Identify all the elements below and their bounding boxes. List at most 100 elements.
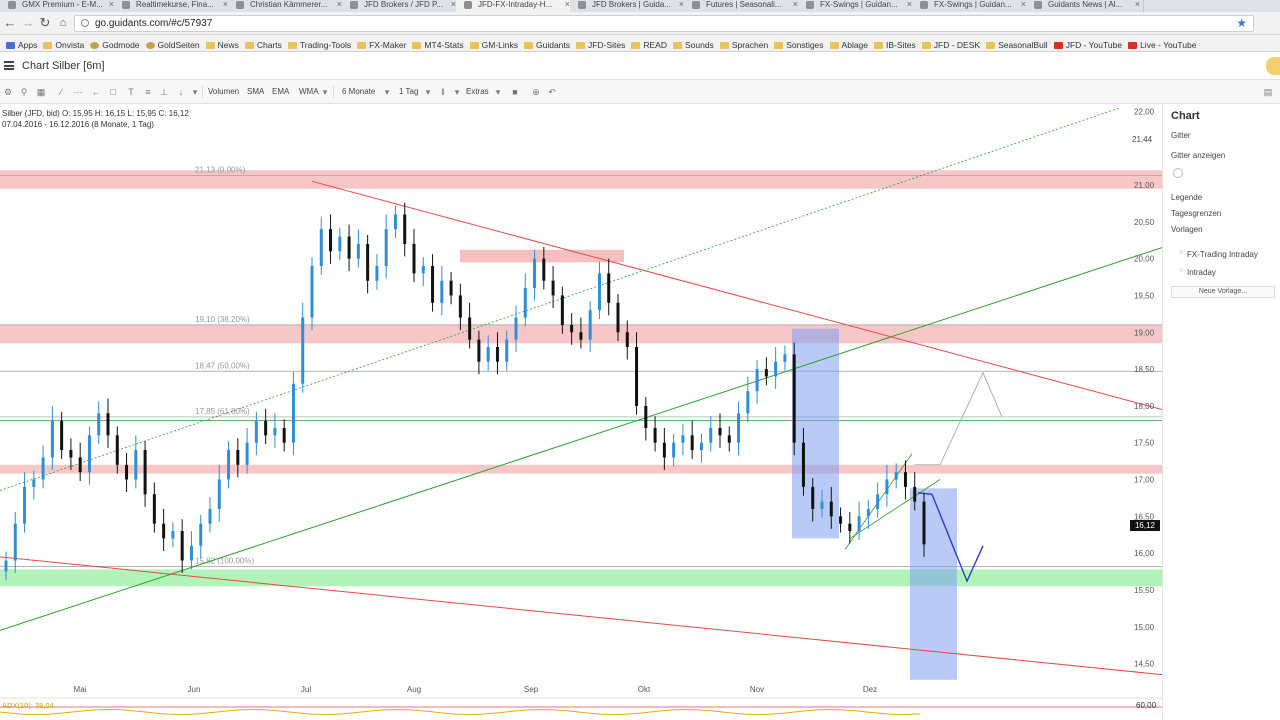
browser-tab[interactable]: FX-Swings | Guidan... ×: [912, 0, 1030, 12]
browser-tab[interactable]: Christian Kämmerer... ×: [228, 0, 346, 12]
x-tick-label: Jun: [188, 685, 201, 694]
candle-body: [774, 361, 778, 377]
bookmark-item[interactable]: MT4-Stats: [412, 37, 464, 51]
home-icon[interactable]: ⌂: [55, 15, 71, 31]
template-fx-trading-intraday[interactable]: FX-Trading Intraday: [1179, 249, 1258, 259]
y-tick-label: 22,00: [1134, 107, 1155, 116]
indicator-dropdown-icon[interactable]: ▾: [319, 86, 331, 98]
tools-dropdown-icon[interactable]: ▾: [189, 86, 201, 98]
undo-icon[interactable]: ↶: [546, 86, 558, 98]
bookmark-item[interactable]: READ: [631, 37, 667, 51]
rectangle-tool-icon[interactable]: □: [107, 86, 119, 98]
browser-tab[interactable]: JFD Brokers | Guida... ×: [570, 0, 688, 12]
bookmark-item[interactable]: FX-Maker: [357, 37, 406, 51]
ema-button[interactable]: EMA: [268, 85, 293, 99]
candle-body: [310, 265, 314, 318]
bookmark-item[interactable]: Sonstiges: [774, 37, 824, 51]
settings-icon[interactable]: ⚙: [2, 86, 14, 98]
measure-tool-icon[interactable]: ⊥: [158, 86, 170, 98]
panel-toggle-icon[interactable]: ▤: [1262, 86, 1274, 98]
bookmark-item[interactable]: Charts: [244, 37, 282, 51]
folder-icon: [986, 42, 996, 49]
bookmark-item[interactable]: JFD - YouTube: [1053, 37, 1122, 51]
tab-close-icon[interactable]: ×: [1135, 0, 1140, 9]
bookmark-item[interactable]: Live - YouTube: [1128, 37, 1196, 51]
y-tick-label: 20,50: [1134, 218, 1155, 227]
support-zone: [0, 569, 1162, 587]
folder-icon: [357, 42, 367, 49]
browser-tab[interactable]: JFD-FX-Intraday-H... ×: [456, 0, 574, 12]
gitter-anzeigen-label: Gitter anzeigen: [1171, 151, 1226, 160]
bookmark-item[interactable]: News: [205, 37, 239, 51]
notification-badge[interactable]: [1266, 57, 1280, 75]
reload-icon[interactable]: ↻: [37, 15, 53, 31]
bookmark-label: Apps: [18, 40, 38, 50]
browser-tab[interactable]: Futures | Seasonali... ×: [684, 0, 802, 12]
zoom-icon[interactable]: ⊕: [530, 86, 542, 98]
url-input[interactable]: go.guidants.com/#c/57937 ★: [74, 15, 1254, 32]
back-icon[interactable]: ←: [2, 15, 18, 31]
forward-icon[interactable]: →: [20, 15, 36, 31]
browser-tab[interactable]: Realtimekurse, Fina... ×: [114, 0, 232, 12]
extras-dropdown-icon[interactable]: ▾: [492, 86, 504, 98]
tab-label: FX-Swings | Guidan...: [820, 0, 898, 9]
bookmark-item[interactable]: Onvista: [43, 37, 84, 51]
fibonacci-tool-icon[interactable]: ≡: [142, 86, 154, 98]
bookmark-label: Ablage: [841, 40, 869, 50]
search-icon[interactable]: ⚲: [18, 86, 30, 98]
period-select[interactable]: 6 Monate: [338, 85, 379, 99]
browser-tab[interactable]: FX-Swings | Guidan... ×: [798, 0, 916, 12]
x-tick-label: Mai: [74, 685, 87, 694]
draw-line-icon[interactable]: ∕: [55, 86, 67, 98]
tagesgrenzen-option[interactable]: Tagesgrenzen: [1171, 209, 1221, 218]
candles-icon[interactable]: ‖: [437, 86, 449, 98]
bookmark-label: Sonstiges: [786, 40, 824, 50]
horizontal-line-icon[interactable]: ⋯: [72, 86, 84, 98]
interval-select[interactable]: 1 Tag: [395, 85, 422, 99]
bookmark-label: Guidants: [536, 40, 571, 50]
y-tick-label: 19,50: [1134, 291, 1155, 300]
candle-body: [588, 310, 592, 340]
text-tool-icon[interactable]: T: [125, 86, 137, 98]
volume-button[interactable]: Volumen: [204, 85, 243, 99]
bookmark-item[interactable]: Sprachen: [719, 37, 768, 51]
x-tick-label: Jul: [301, 685, 311, 694]
bookmark-item[interactable]: SeasonalBull: [986, 37, 1048, 51]
bookmark-item[interactable]: GoldSeiten: [145, 37, 200, 51]
candle-body: [217, 479, 221, 509]
bookmark-item[interactable]: IB-Sites: [874, 37, 916, 51]
legende-option[interactable]: Legende: [1171, 193, 1202, 202]
template-intraday[interactable]: Intraday: [1179, 267, 1216, 277]
sma-button[interactable]: SMA: [243, 85, 268, 99]
bookmark-item[interactable]: JFD - DESK: [921, 37, 980, 51]
new-template-button[interactable]: Neue Vorlage...: [1171, 286, 1275, 298]
period-dropdown-icon[interactable]: ▾: [381, 86, 393, 98]
arrow-tool-icon[interactable]: ←: [90, 86, 102, 98]
bookmark-item[interactable]: Sounds: [672, 37, 714, 51]
folder-icon: [921, 42, 931, 49]
cursor-tool-icon[interactable]: ↓: [175, 86, 187, 98]
grid-icon[interactable]: ▦: [35, 86, 47, 98]
candle-body: [273, 427, 277, 436]
folder-icon: [287, 42, 297, 49]
bookmark-item[interactable]: Godmode: [90, 37, 140, 51]
price-chart[interactable]: 21,13 (0,00%) 19,10 (38,20%) 18,47 (50,00%…: [0, 104, 1162, 720]
adx-axis-value: 60,00: [1136, 701, 1157, 710]
lock-icon[interactable]: ■: [509, 86, 521, 98]
bookmark-item[interactable]: GM-Links: [469, 37, 518, 51]
bookmark-item[interactable]: Ablage: [829, 37, 869, 51]
bookmark-item[interactable]: Guidants: [524, 37, 571, 51]
hamburger-menu-icon[interactable]: [4, 61, 14, 70]
bookmark-item[interactable]: JFD-Sites: [576, 37, 625, 51]
interval-dropdown-icon[interactable]: ▾: [422, 86, 434, 98]
folder-icon: [829, 42, 839, 49]
bookmark-item[interactable]: Trading-Tools: [287, 37, 351, 51]
browser-tab[interactable]: JFD Brokers / JFD P... ×: [342, 0, 460, 12]
browser-tab[interactable]: Guidants News | Al... ×: [1026, 0, 1144, 12]
browser-tab[interactable]: GMX Premium - E-M... ×: [0, 0, 118, 12]
bookmark-item[interactable]: Apps: [6, 37, 38, 51]
candle-body: [848, 523, 852, 532]
extras-button[interactable]: Extras: [462, 85, 493, 99]
bookmark-star-icon[interactable]: ★: [1236, 16, 1247, 31]
gitter-toggle[interactable]: [1173, 168, 1183, 178]
